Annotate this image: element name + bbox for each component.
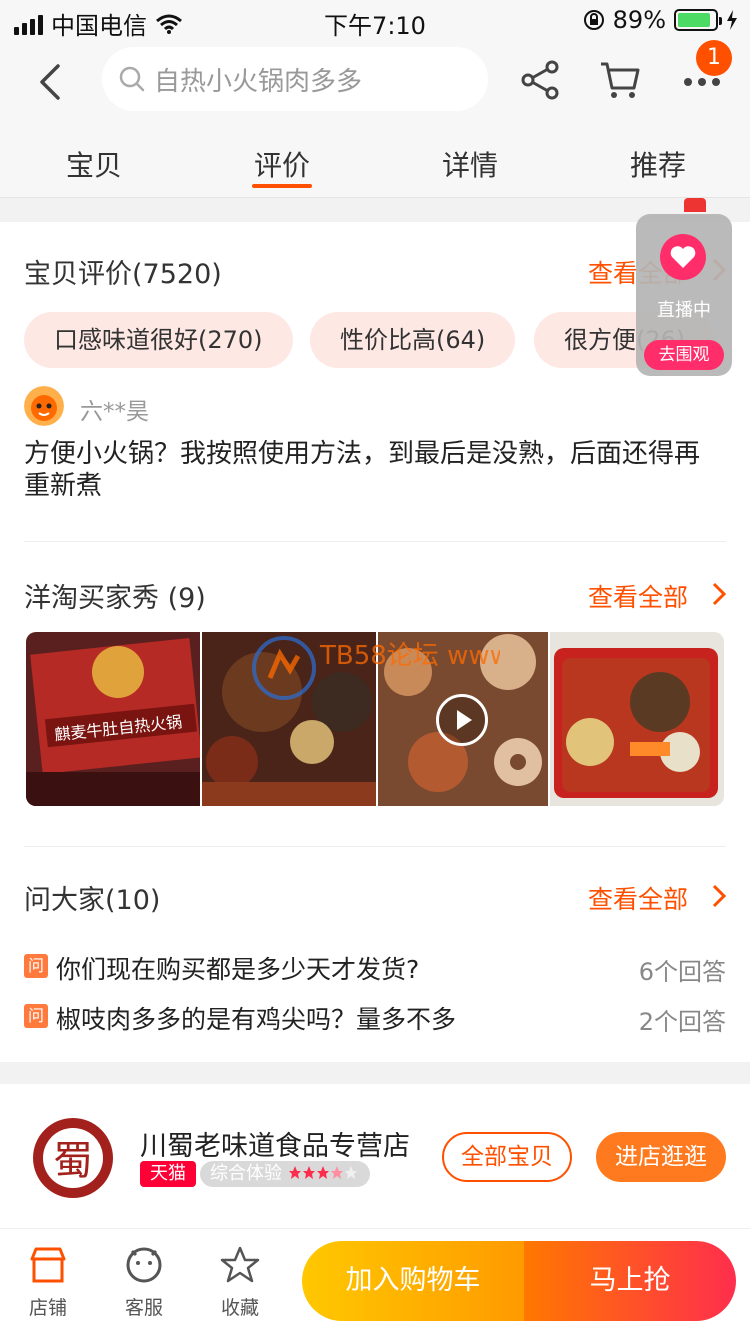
heart-icon — [660, 234, 706, 280]
all-items-button[interactable]: 全部宝贝 — [442, 1132, 572, 1182]
favorite-label: 收藏 — [220, 1297, 259, 1319]
qa-question[interactable]: 你们现在购买都是多少天才发货? — [56, 950, 419, 986]
status-bar: 中国电信 下午7:10 89% — [0, 0, 750, 40]
watermark-text: TB58论坛 www.tb58.net — [319, 641, 500, 671]
experience-badge: 综合体验 — [200, 1161, 370, 1187]
question-icon: 问 — [24, 954, 48, 978]
status-right: 89% — [583, 6, 738, 34]
charging-icon — [727, 10, 737, 30]
qa-view-all[interactable]: 查看全部 — [588, 880, 688, 916]
shop-logo[interactable]: 蜀 — [24, 1108, 122, 1206]
live-watch-button[interactable]: 去围观 — [644, 340, 724, 370]
rating-stars-icon — [288, 1166, 357, 1179]
favorite-button[interactable]: 收藏 — [210, 1245, 270, 1320]
qa-answer-count: 6个回答 — [638, 958, 726, 986]
add-to-cart-button[interactable]: 加入购物车 — [302, 1241, 524, 1321]
rating-star — [288, 1166, 301, 1179]
reviews-title: 宝贝评价(7520) — [24, 259, 222, 290]
buyer-show-view-all[interactable]: 查看全部 — [588, 578, 688, 614]
tab-reviews[interactable]: 评价 — [232, 144, 332, 184]
tab-active-indicator — [252, 184, 312, 188]
tab-bar: 宝贝 评价 详情 推荐 — [0, 124, 750, 198]
chevron-right-icon[interactable] — [710, 882, 728, 910]
chevron-right-icon[interactable] — [710, 580, 728, 608]
review-text: 方便小火锅？我按照使用方法，到最后是没熟，后面还得再重新煮 — [24, 439, 701, 501]
enter-shop-button[interactable]: 进店逛逛 — [596, 1132, 726, 1182]
rating-star — [344, 1166, 357, 1179]
shop-nav-label: 店铺 — [28, 1297, 67, 1319]
live-widget[interactable]: 直播中 去围观 — [636, 198, 732, 376]
rotation-lock-icon — [583, 10, 604, 30]
buyer-show-title: 洋淘买家秀 (9) — [24, 583, 206, 614]
tab-recommend[interactable]: 推荐 — [608, 144, 708, 184]
bottom-action-bar: 店铺 客服 收藏 加入购物车 马上抢 — [0, 1228, 750, 1334]
chat-face-icon — [126, 1247, 162, 1283]
qa-answer-count: 2个回答 — [638, 1008, 726, 1036]
watermark: TB58论坛 www.tb58.net — [252, 636, 500, 700]
live-status: 直播中 — [657, 300, 711, 321]
qa-question[interactable]: 椒吱肉多多的是有鸡尖吗？量多不多 — [56, 1000, 456, 1036]
shop-logo-char: 蜀 — [53, 1138, 93, 1184]
rating-star — [302, 1166, 315, 1179]
shop-name[interactable]: 川蜀老味道食品专营店 — [140, 1124, 410, 1163]
rating-star — [316, 1166, 329, 1179]
cart-icon[interactable] — [598, 58, 642, 102]
battery-percent: 89% — [612, 6, 666, 34]
battery-icon — [674, 9, 722, 31]
question-icon: 问 — [24, 1004, 48, 1028]
store-icon — [30, 1247, 66, 1283]
tmall-badge: 天猫 — [140, 1161, 196, 1187]
back-icon[interactable] — [32, 60, 72, 104]
customer-service-label: 客服 — [124, 1297, 163, 1319]
notification-badge: 1 — [696, 40, 732, 76]
avatar — [24, 386, 64, 426]
rating-star — [330, 1166, 343, 1179]
search-icon — [119, 66, 145, 92]
customer-service-button[interactable]: 客服 — [114, 1245, 174, 1320]
search-input[interactable]: 自热小火锅肉多多 — [102, 47, 488, 111]
share-icon[interactable] — [518, 58, 562, 102]
divider — [24, 541, 726, 542]
reviewer-name: 六**昊 — [80, 399, 149, 425]
hat-icon — [684, 198, 706, 212]
review-tag[interactable]: 口感味道很好(270) — [24, 312, 293, 368]
nav-header: 自热小火锅肉多多 1 — [0, 40, 750, 124]
review-tag[interactable]: 性价比高(64) — [310, 312, 516, 368]
tab-item[interactable]: 宝贝 — [44, 144, 144, 184]
qa-title: 问大家(10) — [24, 885, 161, 916]
buyer-photo[interactable] — [550, 632, 724, 806]
buyer-photo[interactable]: 麒麦牛肚自热火锅 — [26, 632, 200, 806]
divider — [24, 846, 726, 847]
experience-label: 综合体验 — [210, 1163, 282, 1184]
star-icon — [220, 1246, 260, 1283]
shop-nav-button[interactable]: 店铺 — [18, 1245, 78, 1320]
tab-details[interactable]: 详情 — [420, 144, 520, 184]
buy-now-button[interactable]: 马上抢 — [524, 1241, 736, 1321]
search-placeholder: 自热小火锅肉多多 — [154, 66, 363, 97]
